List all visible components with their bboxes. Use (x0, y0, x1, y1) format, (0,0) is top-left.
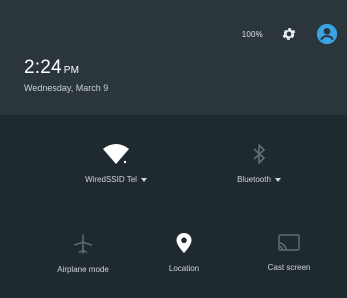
date-text: Wednesday, March 9 (24, 83, 109, 93)
clock-ampm: PM (63, 65, 80, 76)
tile-wifi[interactable]: WiredSSID Tel (61, 143, 171, 184)
airplane-icon (74, 234, 92, 254)
location-icon (176, 233, 192, 253)
quick-settings-tiles: WiredSSID Tel Bluetooth Airplane mode Lo… (0, 115, 347, 298)
tile-cast-label: Cast screen (267, 263, 311, 272)
tile-airplane-label-row: Airplane mode (57, 265, 109, 274)
tile-bluetooth-label-row[interactable]: Bluetooth (237, 175, 281, 184)
wifi-icon (103, 144, 129, 164)
clock: 2:24 PM (24, 57, 79, 79)
account-icon (316, 23, 338, 45)
chevron-down-icon (274, 177, 281, 182)
tile-airplane-label: Airplane mode (57, 265, 109, 274)
status-row: 100% (242, 22, 339, 46)
tile-bluetooth-label: Bluetooth (237, 175, 271, 184)
tile-wifi-label: WiredSSID Tel (85, 175, 137, 184)
bluetooth-icon (253, 144, 265, 164)
tile-wifi-label-row[interactable]: WiredSSID Tel (85, 175, 147, 184)
tile-cast-label-row: Cast screen (268, 263, 311, 272)
notification-header: 100% 2:24 PM Wednesday, March 9 (0, 0, 347, 115)
tile-airplane[interactable]: Airplane mode (28, 233, 138, 274)
chevron-down-icon (140, 177, 147, 182)
account-button[interactable] (315, 22, 339, 46)
settings-button[interactable] (277, 22, 301, 46)
battery-percentage: 100% (241, 29, 263, 39)
cast-icon (278, 234, 300, 251)
tile-location-label-row: Location (169, 264, 199, 273)
tile-location[interactable]: Location (129, 232, 239, 273)
clock-time: 2:24 (24, 57, 62, 78)
gear-icon (282, 28, 296, 40)
tile-cast[interactable]: Cast screen (234, 233, 344, 272)
tile-bluetooth[interactable]: Bluetooth (204, 143, 314, 184)
tile-location-label: Location (168, 264, 200, 273)
